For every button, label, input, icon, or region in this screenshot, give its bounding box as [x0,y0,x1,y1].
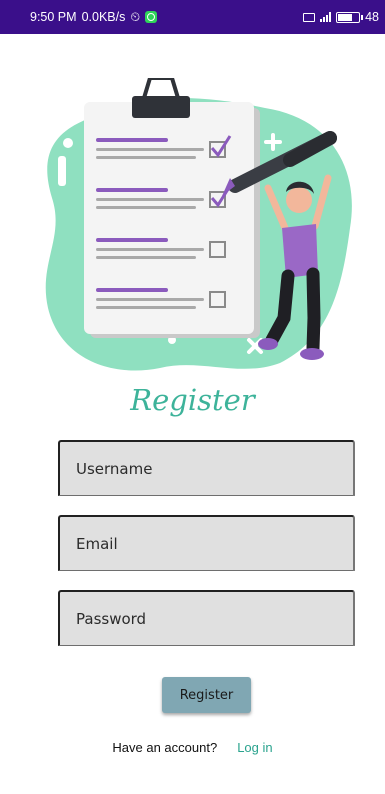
login-prompt: Have an account? Log in [0,740,385,755]
checklist-line [96,256,196,259]
screen-icon [303,12,316,22]
password-input[interactable] [58,590,355,646]
battery-icon [336,11,364,23]
have-account-text: Have an account? [112,740,218,755]
username-input[interactable] [58,440,355,496]
signal-icon [320,12,332,22]
register-button[interactable]: Register [162,677,251,713]
battery-level: 48 [365,10,379,24]
checklist-line [96,188,168,192]
checklist-illustration [45,78,352,371]
checklist-line [96,206,196,209]
login-link[interactable]: Log in [237,740,272,755]
status-time: 9:50 PM [30,10,77,24]
page-title: Register [130,383,255,417]
whatsapp-icon [145,11,158,23]
checklist-line [96,156,196,159]
illustration-bar-left [58,156,66,186]
checklist-line [96,238,168,242]
checklist-line [96,288,168,292]
email-input[interactable] [58,515,355,571]
status-left: 9:50 PM 0.0KB/s ⏲ [30,9,158,25]
checklist-line [96,138,168,142]
illustration-dot-left [63,138,73,148]
checklist-line [96,248,204,251]
binder-clip-wire [142,78,180,99]
status-right: 48 [303,10,379,24]
checklist-line [96,148,204,151]
alarm-icon: ⏲ [130,9,141,24]
binder-clip [132,96,190,118]
checklist-line [96,306,196,309]
status-bar: 9:50 PM 0.0KB/s ⏲ 48 [0,0,385,34]
checklist-line [96,298,204,301]
checklist-line [96,198,204,201]
status-network-speed: 0.0KB/s [81,10,126,24]
